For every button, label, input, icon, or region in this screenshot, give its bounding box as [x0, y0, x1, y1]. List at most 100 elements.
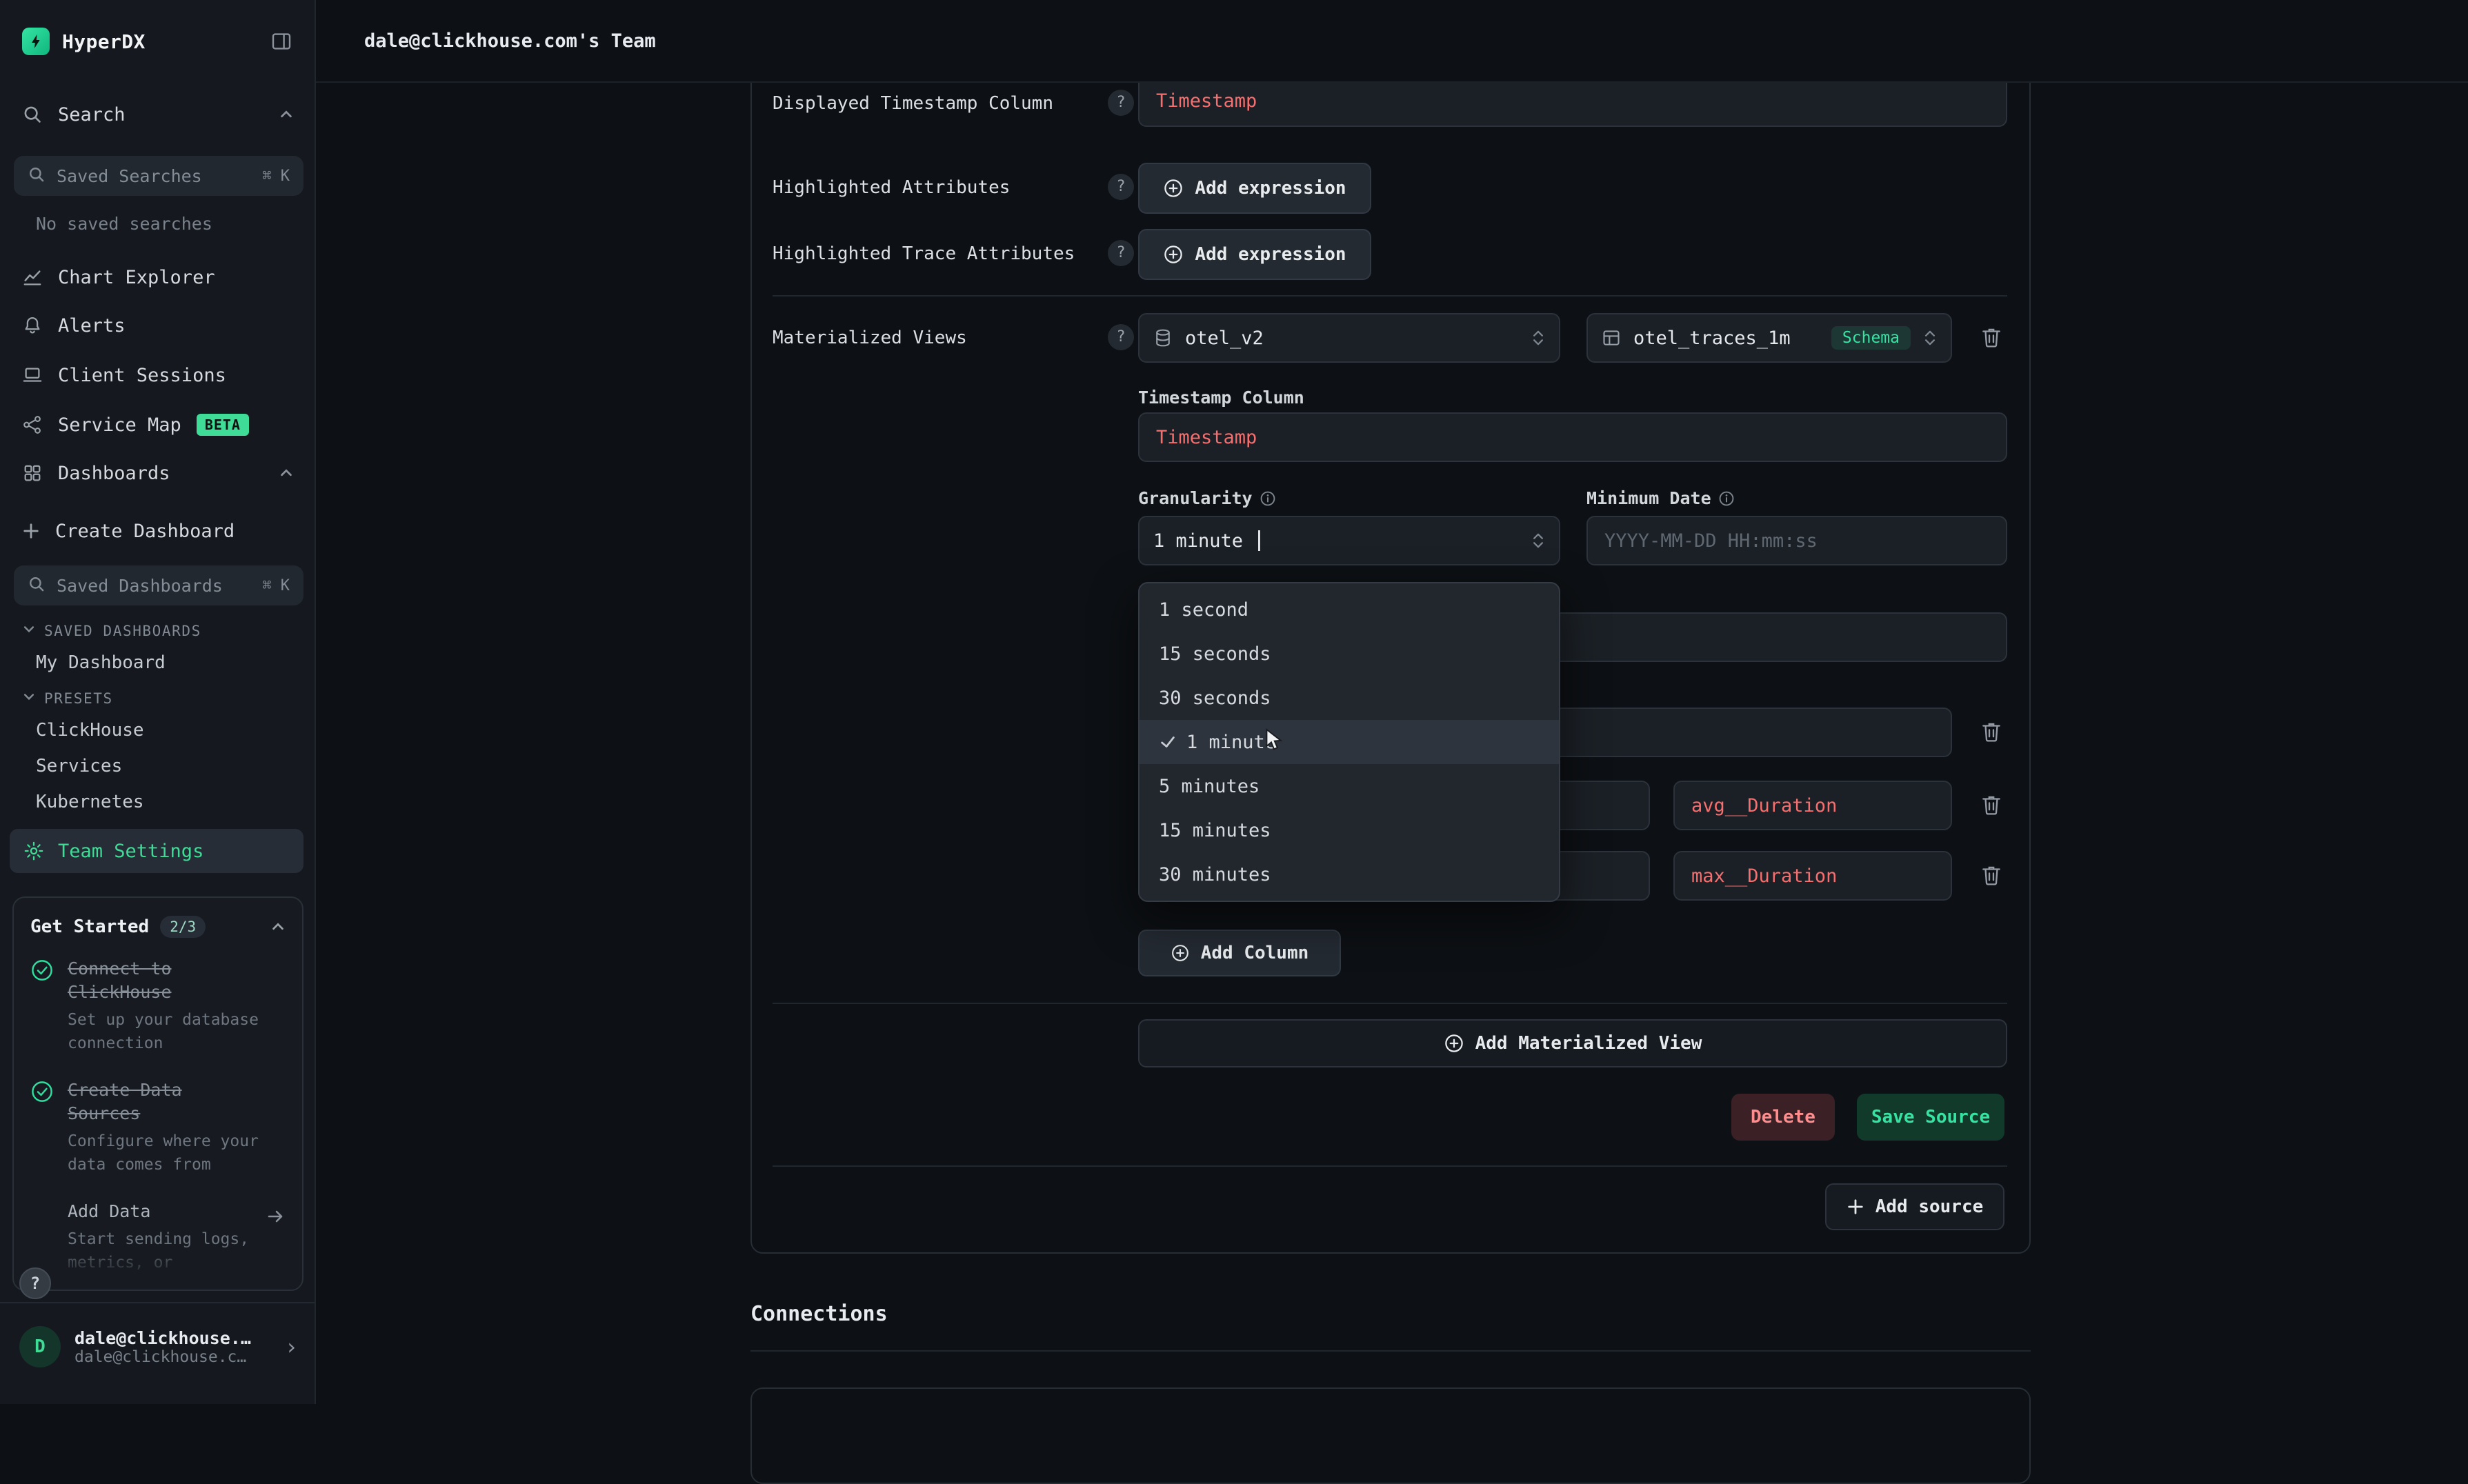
help-button[interactable]: ?	[19, 1267, 51, 1299]
connections-title: Connections	[750, 1302, 888, 1326]
database-select-value: otel_v2	[1185, 328, 1264, 349]
user-menu[interactable]: D dale@clickhouse.… dale@clickhouse.c… ›	[0, 1302, 315, 1404]
plus-circle-icon	[1163, 244, 1184, 265]
step-desc: Set up your database connection	[68, 1008, 263, 1055]
get-started-card: Get Started 2/3 Connect to ClickHouse Se…	[12, 896, 303, 1291]
add-column-button[interactable]: Add Column	[1138, 930, 1341, 976]
beta-badge: BETA	[197, 414, 249, 436]
add-expression-label: Add expression	[1195, 178, 1346, 199]
sidebar-item-label: Client Sessions	[58, 365, 226, 386]
plus-icon	[22, 522, 40, 540]
add-column-label: Add Column	[1201, 943, 1309, 963]
laptop-icon	[22, 365, 43, 385]
text-caret	[1258, 530, 1260, 551]
chevron-updown-icon	[1531, 531, 1545, 550]
search-icon	[28, 572, 46, 599]
sidebar-item-label: Dashboards	[58, 463, 170, 484]
dropdown-option[interactable]: 15 seconds	[1140, 632, 1559, 676]
column-alias-input[interactable]	[1673, 851, 1952, 901]
sidebar-item-clickhouse[interactable]: ClickHouse	[36, 720, 144, 741]
sidebar-item-my-dashboard[interactable]: My Dashboard	[36, 652, 166, 673]
chevron-up-icon	[279, 107, 294, 122]
add-materialized-view-button[interactable]: Add Materialized View	[1138, 1019, 2007, 1067]
progress-badge: 2/3	[160, 916, 206, 938]
get-started-header[interactable]: Get Started 2/3	[14, 898, 302, 957]
dropdown-option[interactable]: 30 seconds	[1140, 676, 1559, 720]
sidebar-item-chart-explorer[interactable]: Chart Explorer	[0, 254, 316, 301]
add-expression-button[interactable]: Add expression	[1138, 163, 1371, 214]
dropdown-option[interactable]: 5 minutes	[1140, 764, 1559, 808]
add-source-button[interactable]: Add source	[1825, 1183, 2004, 1230]
sidebar-item-client-sessions[interactable]: Client Sessions	[0, 352, 316, 399]
saved-searches-input[interactable]	[57, 166, 251, 186]
service-map-icon	[22, 414, 43, 435]
delete-column-button[interactable]	[1980, 863, 2003, 887]
saved-dashboards-input[interactable]	[57, 576, 251, 596]
create-dashboard-button[interactable]: Create Dashboard	[0, 508, 316, 554]
shortcut-badge: ⌘ K	[262, 577, 290, 594]
timestamp-column-input[interactable]	[1138, 412, 2007, 462]
minimum-date-input[interactable]	[1586, 516, 2007, 565]
dropdown-option[interactable]: 1 second	[1140, 588, 1559, 632]
delete-column-button[interactable]	[1980, 793, 2003, 816]
hyperdx-logo-icon	[22, 28, 50, 55]
step-title: Create Data Sources	[68, 1079, 222, 1125]
sidebar-item-dashboards[interactable]: Dashboards	[0, 450, 316, 497]
saved-searches-searchbox[interactable]: ⌘ K	[14, 156, 303, 196]
sidebar-item-alerts[interactable]: Alerts	[0, 302, 316, 349]
sidebar-item-team-settings[interactable]: Team Settings	[10, 829, 303, 873]
add-expression-button[interactable]: Add expression	[1138, 229, 1371, 280]
sidebar-item-service-map[interactable]: Service Map BETA	[0, 401, 316, 448]
table-select[interactable]: otel_traces_1m Schema	[1586, 313, 1952, 363]
grid-icon	[22, 463, 43, 483]
help-icon[interactable]: ?	[1108, 90, 1134, 116]
divider	[773, 295, 2007, 297]
granularity-select[interactable]: 1 minute	[1138, 516, 1560, 565]
granularity-value: 1 minute	[1153, 530, 1243, 552]
section-presets[interactable]: PRESETS	[22, 690, 113, 707]
dropdown-option[interactable]: 15 minutes	[1140, 808, 1559, 852]
sidebar-item-label: Search	[58, 104, 126, 126]
search-icon	[22, 104, 43, 125]
check-circle-icon	[30, 957, 55, 1055]
column-alias-input[interactable]	[1673, 781, 1952, 830]
schema-badge[interactable]: Schema	[1831, 326, 1911, 350]
plus-circle-icon	[1444, 1033, 1464, 1054]
get-started-step-sources[interactable]: Create Data Sources Configure where your…	[14, 1079, 302, 1176]
delete-column-button[interactable]	[1980, 720, 2003, 743]
chevron-up-icon[interactable]	[270, 919, 286, 934]
chevron-down-icon	[22, 690, 36, 707]
brand-header: HyperDX	[0, 0, 315, 83]
sidebar-item-label: Service Map	[58, 414, 181, 436]
help-icon[interactable]: ?	[1108, 324, 1134, 350]
delete-source-button[interactable]: Delete	[1731, 1094, 1835, 1141]
connections-card	[750, 1387, 2031, 1484]
top-header: dale@clickhouse.com's Team	[316, 0, 2468, 83]
help-icon[interactable]: ?	[1108, 240, 1134, 266]
saved-dashboards-searchbox[interactable]: ⌘ K	[14, 565, 303, 605]
page-title: dale@clickhouse.com's Team	[364, 30, 656, 52]
step-desc: Configure where your data comes from	[68, 1130, 263, 1176]
table-select-value: otel_traces_1m	[1633, 328, 1791, 349]
sidebar-item-services[interactable]: Services	[36, 756, 122, 776]
chevron-updown-icon	[1923, 328, 1937, 348]
user-name: dale@clickhouse.…	[74, 1328, 251, 1348]
timestamp-column-label: Timestamp Column	[1138, 386, 1304, 410]
dropdown-option-selected[interactable]: 1 minute	[1140, 720, 1559, 764]
section-saved-dashboards[interactable]: SAVED DASHBOARDS	[22, 622, 201, 639]
sidebar-item-search[interactable]: Search	[0, 91, 316, 138]
database-select[interactable]: otel_v2	[1138, 313, 1560, 363]
dropdown-option[interactable]: 30 minutes	[1140, 852, 1559, 896]
check-circle-icon	[30, 1079, 55, 1176]
get-started-step-connect[interactable]: Connect to ClickHouse Set up your databa…	[14, 957, 302, 1055]
plus-icon	[1847, 1198, 1864, 1216]
sidebar-item-label: Chart Explorer	[58, 267, 215, 288]
chevron-right-icon: ›	[285, 1334, 298, 1360]
plus-circle-icon	[1171, 943, 1190, 963]
collapse-sidebar-icon[interactable]	[270, 30, 292, 52]
bell-icon	[22, 315, 43, 336]
save-source-button[interactable]: Save Source	[1857, 1094, 2004, 1141]
help-icon[interactable]: ?	[1108, 174, 1134, 200]
sidebar-item-kubernetes[interactable]: Kubernetes	[36, 792, 144, 812]
delete-view-button[interactable]	[1980, 325, 2003, 349]
